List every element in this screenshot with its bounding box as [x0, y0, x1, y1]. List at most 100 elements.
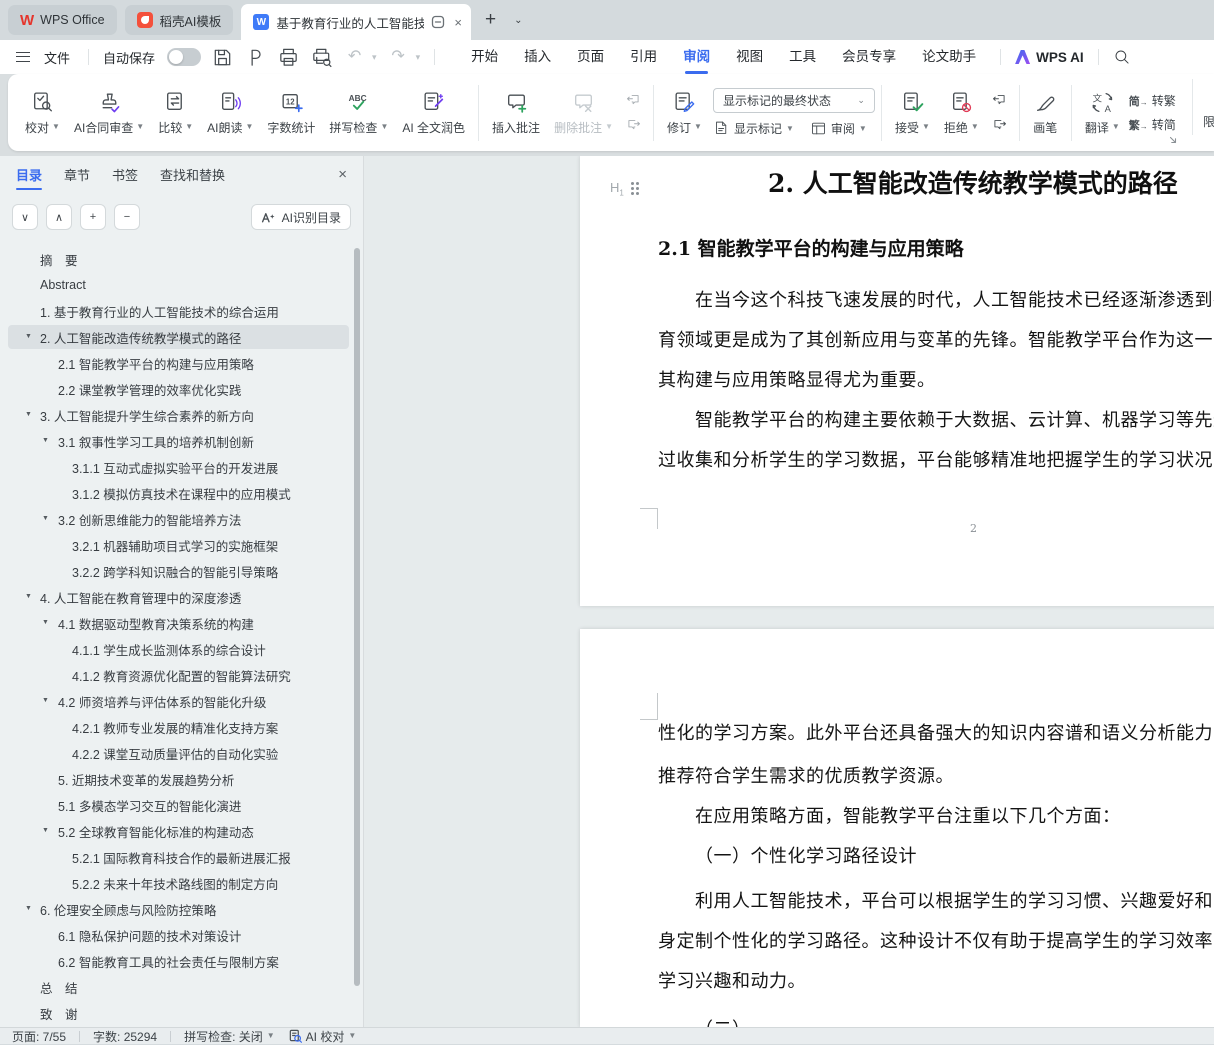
collapse-triangle-icon[interactable]: ▼: [42, 697, 49, 704]
document-page-7[interactable]: H1 2. 人工智能改造传统教学模式的路径 2.1 智能教学平台的构建与应用策略…: [580, 156, 1214, 606]
show-markup-button[interactable]: 显示标记▼: [713, 120, 794, 137]
ai-recognize-toc-button[interactable]: AI识别目录: [251, 204, 351, 230]
previous-comment-icon[interactable]: [623, 92, 644, 109]
toc-item[interactable]: 3.1.2 模拟仿真技术在课程中的应用模式: [0, 480, 353, 506]
menu-tab-5[interactable]: 审阅: [683, 40, 710, 74]
accept-button[interactable]: 接受▼: [888, 80, 937, 146]
sidebar-tab-2[interactable]: 章节: [64, 156, 90, 196]
expand-down-button[interactable]: ∨: [12, 204, 38, 230]
hamburger-icon[interactable]: [16, 52, 30, 62]
comment-indicator-icon[interactable]: [431, 15, 445, 29]
sidebar-tab-3[interactable]: 书签: [112, 156, 138, 196]
window-tab[interactable]: W基于教育行业的人工智能技术×: [241, 4, 471, 40]
toc-item[interactable]: 1. 基于教育行业的人工智能技术的综合运用: [0, 298, 353, 324]
ribbon-button-compare[interactable]: 比较▼: [151, 80, 200, 146]
toc-item[interactable]: 3.2.1 机器辅助项目式学习的实施框架: [0, 532, 353, 558]
document-page-8[interactable]: 性化的学习方案。此外平台还具备强大的知识内容谱和语义分析能力，能够自推荐符合学生…: [580, 629, 1214, 1027]
toc-item[interactable]: 致 谢: [0, 1000, 353, 1026]
collapse-triangle-icon[interactable]: ▼: [42, 619, 49, 626]
review-pane-button[interactable]: 审阅▼: [810, 120, 867, 137]
toc-item[interactable]: ▼3. 人工智能提升学生综合素养的新方向: [0, 402, 353, 428]
window-tab[interactable]: WWPS Office: [8, 5, 117, 35]
close-sidebar-icon[interactable]: ×: [338, 166, 347, 183]
restrict-edit-button[interactable]: 限制编辑: [1196, 74, 1214, 140]
print-preview-icon[interactable]: [310, 46, 333, 69]
toc-item[interactable]: 6.2 智能教育工具的社会责任与限制方案: [0, 948, 353, 974]
ribbon-button-spellcheck[interactable]: ABC拼写检查▼: [322, 80, 395, 146]
ribbon-button-ai-polish[interactable]: AI 全文润色: [395, 80, 472, 146]
toc-item[interactable]: 摘 要: [0, 246, 353, 272]
toc-item[interactable]: ▼4.1 数据驱动型教育决策系统的构建: [0, 610, 353, 636]
menu-tab-6[interactable]: 视图: [736, 40, 763, 74]
previous-change-icon[interactable]: [989, 92, 1010, 109]
new-tab-button[interactable]: +: [479, 9, 502, 31]
window-tab[interactable]: 稻壳AI模板: [125, 5, 234, 35]
brush-button[interactable]: 画笔: [1026, 80, 1065, 146]
next-comment-icon[interactable]: [623, 117, 644, 134]
ribbon-button-word-count[interactable]: 12字数统计: [260, 80, 322, 146]
reject-button[interactable]: 拒绝▼: [937, 80, 986, 146]
collapse-triangle-icon[interactable]: ▼: [42, 437, 49, 444]
insert-comment-button[interactable]: 插入批注: [485, 80, 547, 146]
toc-item[interactable]: 6.1 隐私保护问题的技术对策设计: [0, 922, 353, 948]
delete-comment-button[interactable]: 删除批注▼: [547, 80, 620, 146]
autosave-toggle[interactable]: [167, 48, 201, 66]
toc-item[interactable]: 4.2.1 教师专业发展的精准化支持方案: [0, 714, 353, 740]
collapse-triangle-icon[interactable]: ▼: [25, 333, 32, 340]
close-tab-icon[interactable]: ×: [454, 15, 462, 30]
toc-item[interactable]: 5.2.2 未来十年技术路线图的制定方向: [0, 870, 353, 896]
collapse-all-button[interactable]: −: [114, 204, 140, 230]
collapse-triangle-icon[interactable]: ▼: [25, 411, 32, 418]
export-pdf-icon[interactable]: [244, 46, 267, 69]
toc-item[interactable]: 3.2.2 跨学科知识融合的智能引导策略: [0, 558, 353, 584]
menu-tab-4[interactable]: 引用: [630, 40, 657, 74]
search-icon[interactable]: [1113, 48, 1131, 66]
toc-item[interactable]: Abstract: [0, 272, 353, 298]
toc-item[interactable]: ▼4. 人工智能在教育管理中的深度渗透: [0, 584, 353, 610]
collapse-triangle-icon[interactable]: ▼: [42, 515, 49, 522]
markup-state-dropdown[interactable]: 显示标记的最终状态 ⌄: [713, 88, 875, 113]
wps-ai-button[interactable]: WPS AI: [1015, 50, 1084, 65]
toc-item[interactable]: ▼3.1 叙事性学习工具的培养机制创新: [0, 428, 353, 454]
collapse-up-button[interactable]: ∧: [46, 204, 72, 230]
redo-chevron-icon[interactable]: ▾: [416, 52, 421, 63]
menu-tab-2[interactable]: 插入: [524, 40, 551, 74]
spellcheck-status[interactable]: 拼写检查: 关闭▼: [184, 1028, 275, 1045]
drag-handle-icon[interactable]: [631, 182, 639, 195]
toc-item[interactable]: ▼2. 人工智能改造传统教学模式的路径: [0, 324, 353, 350]
toc-item[interactable]: 5.1 多模态学习交互的智能化演进: [0, 792, 353, 818]
to-simplified-button[interactable]: 繁→ 转简: [1129, 116, 1176, 133]
ribbon-button-proofread[interactable]: 校对▼: [18, 80, 67, 146]
sidebar-scrollbar[interactable]: [354, 248, 360, 986]
undo-icon[interactable]: ↶: [343, 46, 366, 69]
heading-level-marker[interactable]: H1: [610, 180, 639, 198]
ribbon-button-ai-read[interactable]: AI朗读▼: [200, 80, 260, 146]
next-change-icon[interactable]: [989, 117, 1010, 134]
track-changes-button[interactable]: 修订▼: [660, 80, 709, 146]
print-icon[interactable]: [277, 46, 300, 69]
menu-tab-7[interactable]: 工具: [789, 40, 816, 74]
collapse-triangle-icon[interactable]: ▼: [42, 827, 49, 834]
redo-icon[interactable]: ↷: [387, 46, 410, 69]
toc-item[interactable]: 5.2.1 国际教育科技合作的最新进展汇报: [0, 844, 353, 870]
menu-tab-8[interactable]: 会员专享: [842, 40, 896, 74]
sidebar-tab-4[interactable]: 查找和替换: [160, 156, 225, 196]
toc-item[interactable]: 2.2 课堂教学管理的效率优化实践: [0, 376, 353, 402]
sidebar-tab-1[interactable]: 目录: [16, 156, 42, 196]
menu-tab-9[interactable]: 论文助手: [922, 40, 976, 74]
toc-item[interactable]: ▼6. 伦理安全顾虑与风险防控策略: [0, 896, 353, 922]
expand-all-button[interactable]: +: [80, 204, 106, 230]
toc-item[interactable]: 4.1.1 学生成长监测体系的综合设计: [0, 636, 353, 662]
collapse-triangle-icon[interactable]: ▼: [25, 905, 32, 912]
menu-tab-3[interactable]: 页面: [577, 40, 604, 74]
menu-tab-1[interactable]: 开始: [471, 40, 498, 74]
toc-item[interactable]: 2.1 智能教学平台的构建与应用策略: [0, 350, 353, 376]
tab-list-chevron-icon[interactable]: ⌄: [510, 15, 526, 26]
translate-button[interactable]: 文A 翻译▼: [1078, 80, 1127, 146]
toc-item[interactable]: ▼3.2 创新思维能力的智能培养方法: [0, 506, 353, 532]
collapse-triangle-icon[interactable]: ▼: [25, 593, 32, 600]
to-traditional-button[interactable]: 简→ 转繁: [1129, 92, 1176, 109]
file-menu[interactable]: 文件: [44, 48, 70, 67]
word-count-indicator[interactable]: 字数: 25294: [93, 1028, 157, 1045]
group-dialog-launcher-icon[interactable]: [1168, 132, 1178, 142]
